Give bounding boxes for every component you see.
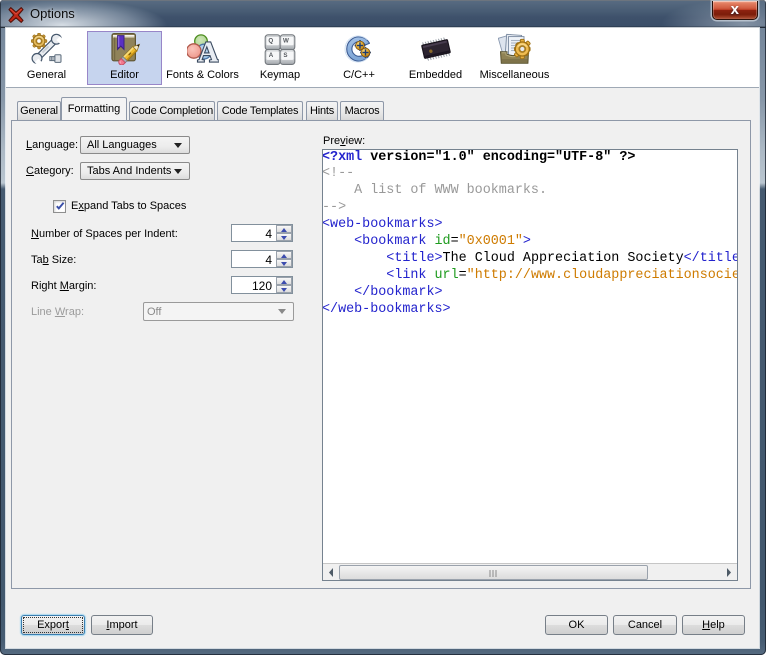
svg-text:A: A [197,36,218,65]
svg-text:A: A [269,52,274,59]
svg-text:Q: Q [268,38,273,45]
svg-text:W: W [283,38,289,45]
svg-text:S: S [283,52,287,59]
